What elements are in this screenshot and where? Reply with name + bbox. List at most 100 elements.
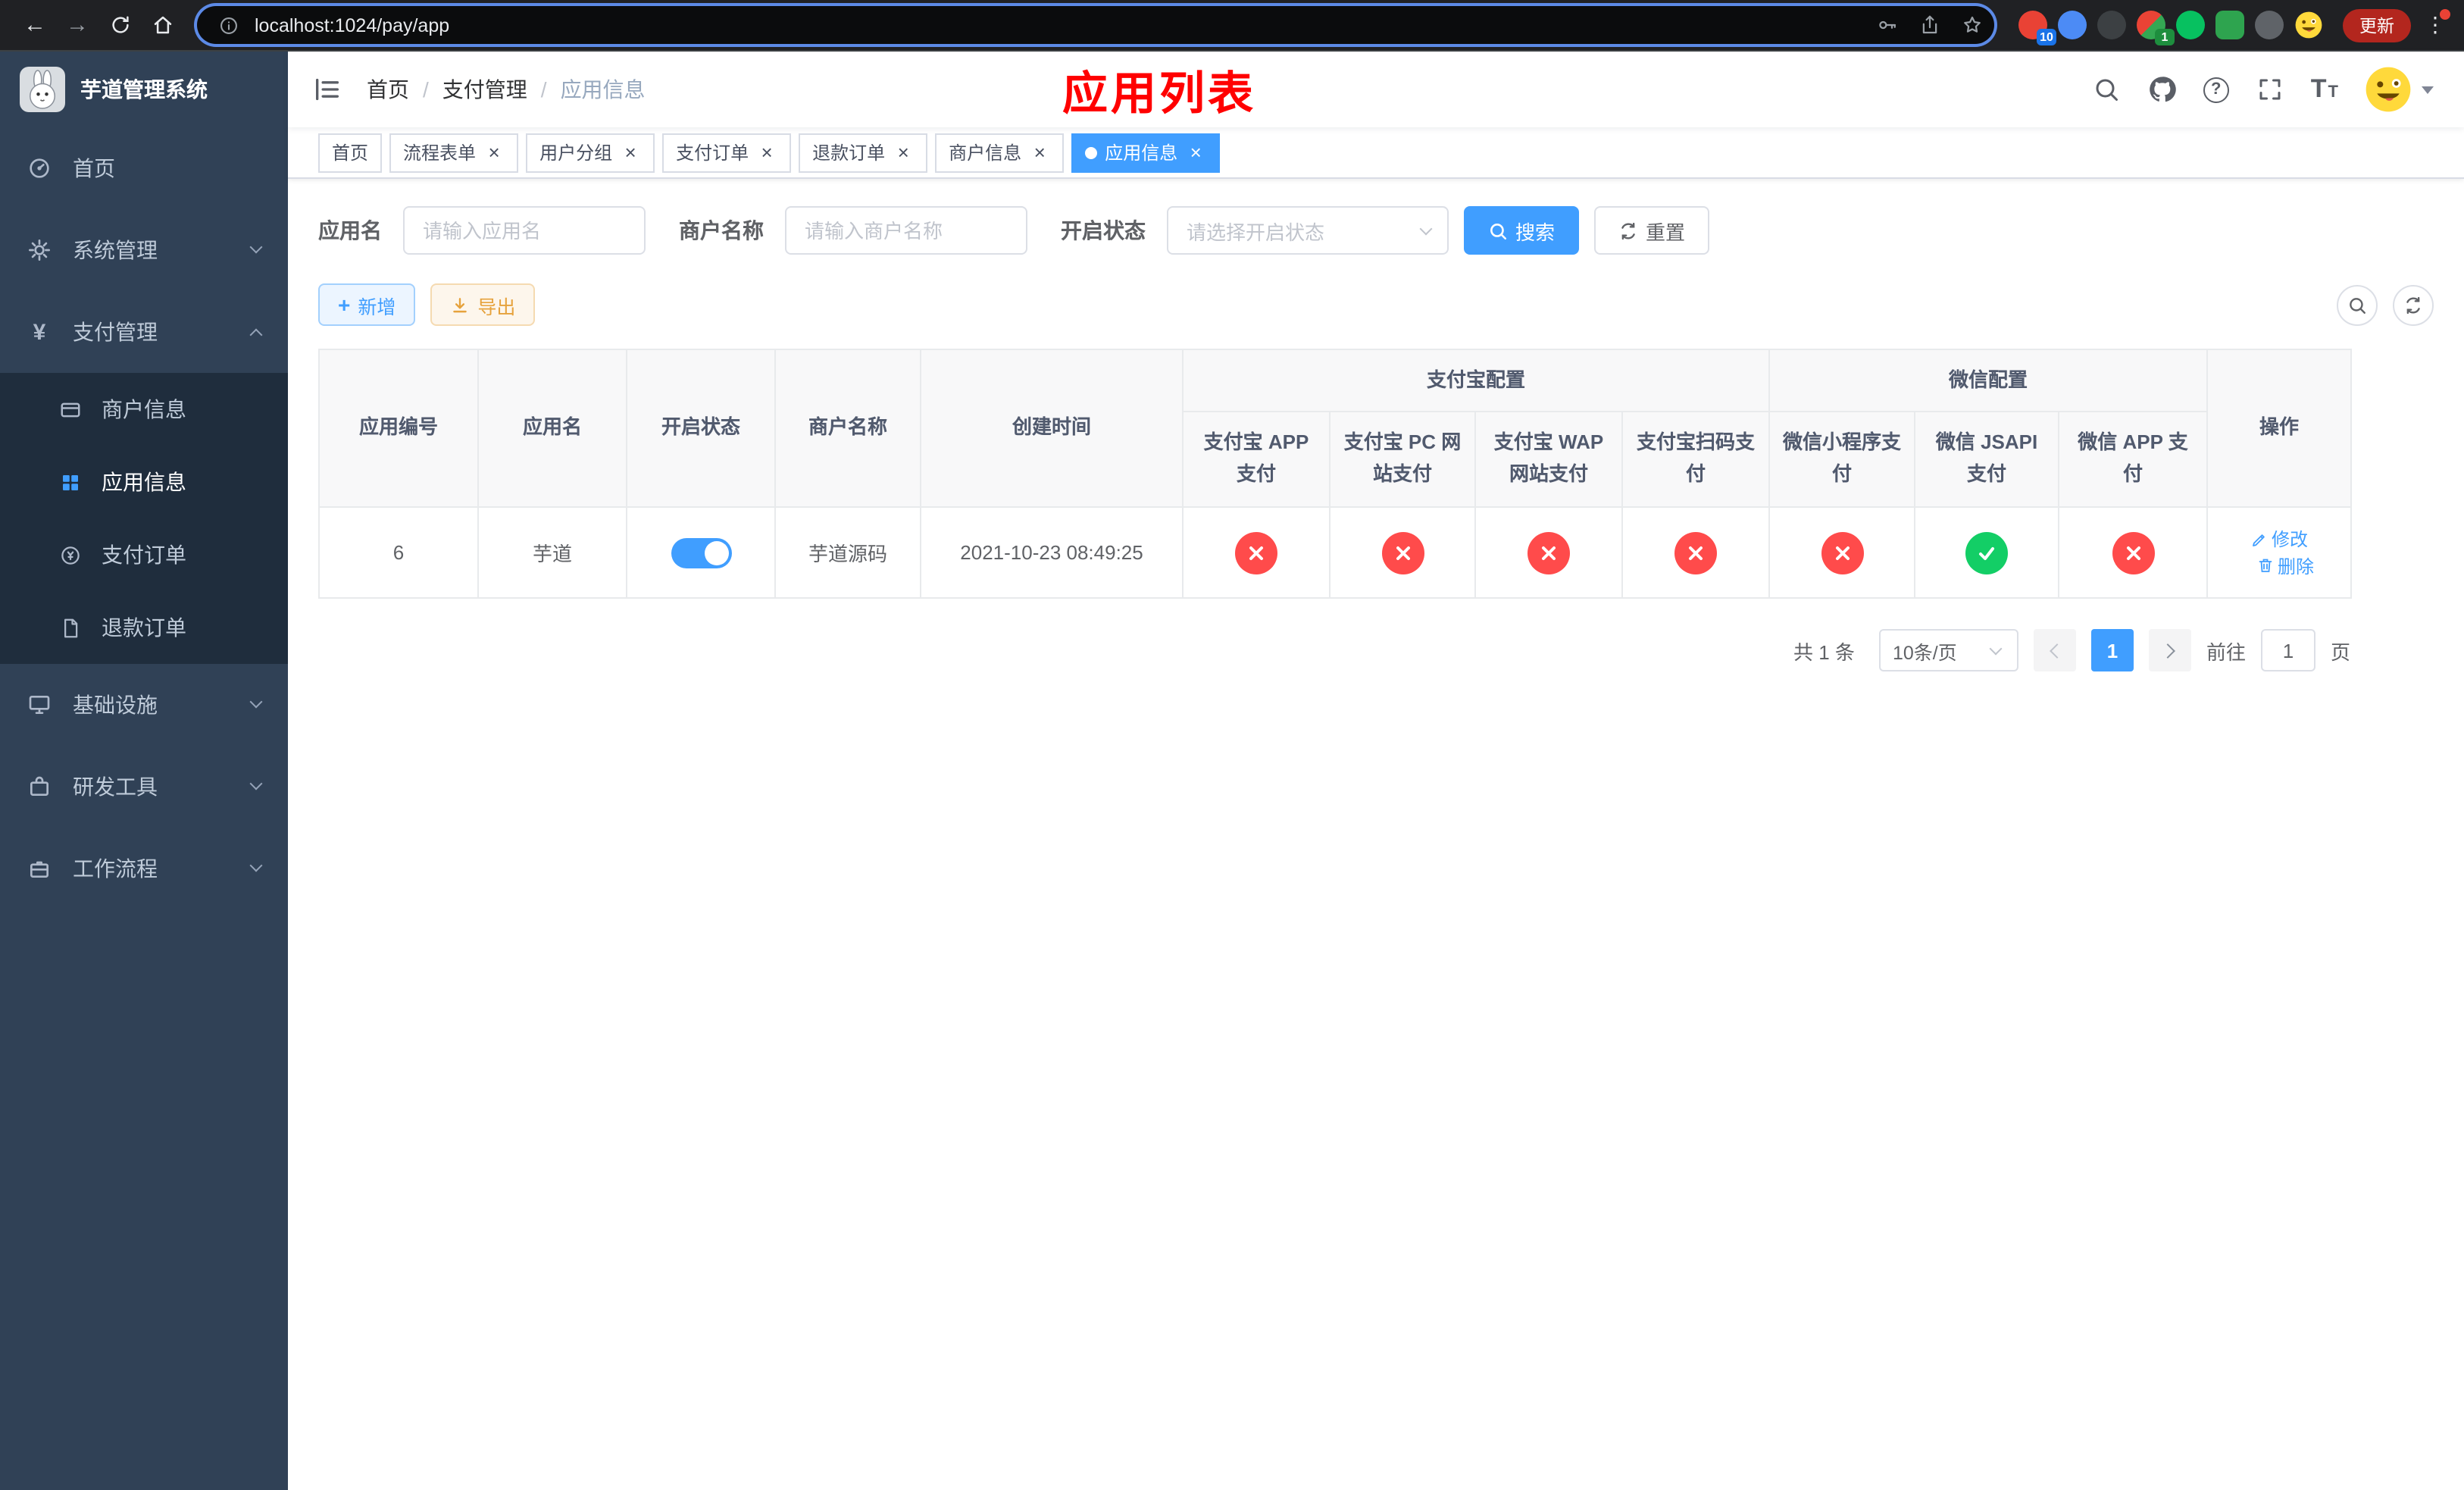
extension-icon-3[interactable] xyxy=(2097,11,2126,39)
page-title: 应用列表 xyxy=(1062,70,1256,120)
tag-app-info[interactable]: 应用信息 × xyxy=(1071,133,1221,172)
sidebar-item-infrastructure[interactable]: 基础设施 xyxy=(0,664,288,746)
col-header-wechat-mini: 微信小程序支付 xyxy=(1768,411,1916,508)
edit-link[interactable]: 修改 xyxy=(2250,526,2308,552)
status-disabled-icon xyxy=(2112,531,2155,574)
top-navbar: 首页 / 支付管理 / 应用信息 应用列表 ? T T xyxy=(288,52,2464,127)
page-size-select[interactable]: 10条/页 xyxy=(1878,629,2018,671)
sidebar-item-system[interactable]: 系统管理 xyxy=(0,209,288,291)
breadcrumb-payment[interactable]: 支付管理 xyxy=(442,74,527,105)
site-info-icon[interactable] xyxy=(212,8,245,42)
sidebar-item-payment[interactable]: ¥ 支付管理 xyxy=(0,291,288,373)
breadcrumb-separator: / xyxy=(540,77,547,102)
sidebar-item-merchant-info[interactable]: 商户信息 xyxy=(0,373,288,446)
goto-page-input[interactable] xyxy=(2260,629,2315,671)
extension-icon-2[interactable] xyxy=(2058,11,2087,39)
close-icon[interactable]: × xyxy=(1029,142,1050,163)
sidebar-item-workflow[interactable]: 工作流程 xyxy=(0,828,288,909)
help-icon[interactable]: ? xyxy=(2203,77,2229,102)
refresh-table-button[interactable] xyxy=(2393,284,2434,325)
sidebar-item-dev-tools[interactable]: 研发工具 xyxy=(0,746,288,828)
sidebar-logo[interactable]: 芋道管理系统 xyxy=(0,52,288,127)
monitor-icon xyxy=(27,693,52,717)
github-icon[interactable] xyxy=(2147,74,2178,105)
tag-user-group[interactable]: 用户分组 × xyxy=(526,133,655,172)
browser-back-button[interactable]: ← xyxy=(15,5,55,45)
breadcrumb-home[interactable]: 首页 xyxy=(367,74,409,105)
search-icon[interactable] xyxy=(2091,74,2122,105)
status-disabled-icon xyxy=(1235,531,1277,574)
app-name-input[interactable] xyxy=(403,206,646,255)
password-key-icon[interactable] xyxy=(1870,8,1903,42)
col-header-app-id: 应用编号 xyxy=(318,349,479,508)
search-icon xyxy=(1490,223,1507,239)
extension-icon-1[interactable]: 10 xyxy=(2018,11,2056,45)
table-row: 6 芋道 芋道源码 2021-10-23 08:49:25 修改 删除 xyxy=(318,506,2353,599)
close-icon[interactable]: × xyxy=(756,142,777,163)
extension-icon-4[interactable]: 1 xyxy=(2137,11,2175,45)
status-select[interactable]: 请选择开启状态 xyxy=(1167,206,1449,255)
tag-home[interactable]: 首页 xyxy=(318,133,383,172)
extension-icon-7[interactable] xyxy=(2255,11,2284,39)
browser-home-button[interactable] xyxy=(142,5,182,45)
page-unit-label: 页 xyxy=(2330,640,2350,663)
export-button[interactable]: 导出 xyxy=(430,283,536,326)
status-enabled-icon xyxy=(1965,531,2009,574)
close-icon[interactable]: × xyxy=(1185,142,1206,163)
table-tools xyxy=(2337,284,2434,325)
tag-merchant-info[interactable]: 商户信息 × xyxy=(935,133,1065,172)
next-page-button[interactable] xyxy=(2148,629,2191,671)
address-bar[interactable]: localhost:1024/pay/app xyxy=(197,6,1994,44)
toggle-search-button[interactable] xyxy=(2337,284,2378,325)
chevron-down-icon xyxy=(1989,642,2003,656)
font-size-icon[interactable]: TT xyxy=(2311,74,2338,105)
prev-page-button[interactable] xyxy=(2033,629,2076,671)
sidebar-item-refund-orders[interactable]: 退款订单 xyxy=(0,591,288,664)
browser-reload-button[interactable] xyxy=(100,5,139,45)
tag-process-form[interactable]: 流程表单 × xyxy=(389,133,519,172)
bookmark-star-icon[interactable] xyxy=(1955,8,1988,42)
page-number-button[interactable]: 1 xyxy=(2090,629,2134,671)
edit-icon xyxy=(2253,534,2265,546)
dashboard-icon xyxy=(27,156,52,180)
tag-refund-orders[interactable]: 退款订单 × xyxy=(799,133,928,172)
fullscreen-icon[interactable] xyxy=(2255,74,2285,105)
search-button[interactable]: 搜索 xyxy=(1464,206,1580,255)
col-header-wechat-jsapi: 微信 JSAPI 支付 xyxy=(1914,411,2060,508)
delete-link-label: 删除 xyxy=(2278,556,2315,577)
tag-label: 首页 xyxy=(332,142,369,164)
add-button[interactable]: + 新增 xyxy=(318,283,416,326)
close-icon[interactable]: × xyxy=(893,142,914,163)
share-icon[interactable] xyxy=(1912,8,1946,42)
refresh-icon xyxy=(1621,221,1635,239)
chrome-update-button[interactable]: 更新 xyxy=(2343,8,2411,42)
extension-icon-6[interactable] xyxy=(2215,11,2244,39)
chevron-left-icon xyxy=(2050,643,2065,658)
browser-forward-button[interactable]: → xyxy=(58,5,97,45)
delete-link[interactable]: 删除 xyxy=(2256,552,2314,578)
menu-label: 首页 xyxy=(73,156,115,180)
tag-label: 退款订单 xyxy=(812,142,886,164)
status-disabled-icon xyxy=(1527,531,1570,574)
extension-icon-5[interactable] xyxy=(2176,11,2205,39)
emoji-face-icon xyxy=(2295,11,2322,39)
close-icon[interactable]: × xyxy=(483,142,505,163)
status-toggle[interactable] xyxy=(671,537,731,568)
merchant-name-input[interactable] xyxy=(785,206,1027,255)
sidebar-item-app-info[interactable]: 应用信息 xyxy=(0,446,288,518)
browser-toolbar: ← → localhost:1024/pay/app 10 1 更新 ⋮ xyxy=(0,0,2464,52)
menu-label: 应用信息 xyxy=(102,470,186,494)
app-shell: 芋道管理系统 首页 系统管理 ¥ 支付管理 商户信息 应用信息 支付订单 退款订… xyxy=(0,52,2464,1490)
home-icon xyxy=(153,16,171,34)
user-avatar-menu[interactable] xyxy=(2364,65,2434,114)
close-icon[interactable]: × xyxy=(620,142,641,163)
browser-menu-icon[interactable]: ⋮ xyxy=(2422,5,2450,45)
hamburger-icon[interactable] xyxy=(312,74,342,105)
reset-button[interactable]: 重置 xyxy=(1594,206,1710,255)
profile-avatar-icon[interactable] xyxy=(2294,11,2323,39)
tag-payment-orders[interactable]: 支付订单 × xyxy=(662,133,792,172)
sidebar-item-home[interactable]: 首页 xyxy=(0,127,288,209)
menu-label: 退款订单 xyxy=(102,615,186,640)
sidebar-item-payment-orders[interactable]: 支付订单 xyxy=(0,518,288,591)
col-header-alipay-scan: 支付宝扫码支付 xyxy=(1621,411,1771,508)
